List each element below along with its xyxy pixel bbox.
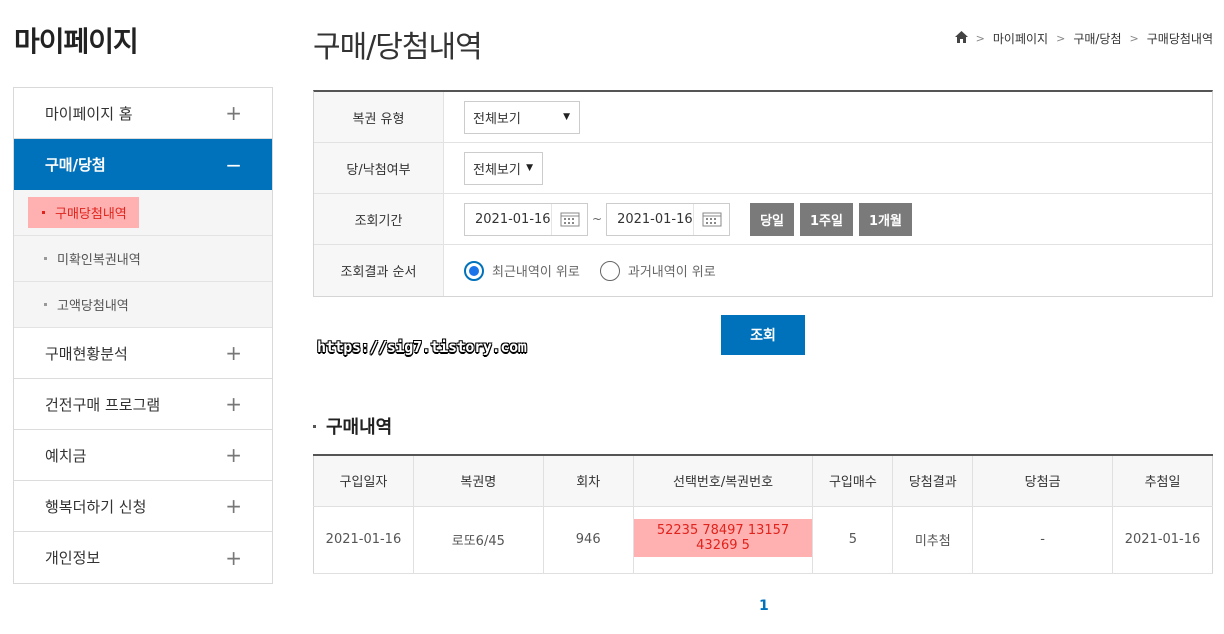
plus-icon: +	[225, 392, 242, 416]
plus-icon: +	[225, 494, 242, 518]
order-option-label: 과거내역이 위로	[627, 265, 716, 280]
home-icon[interactable]	[954, 31, 968, 46]
page-title: 구매/당첨내역	[313, 30, 483, 65]
breadcrumb: > 마이페이지 > 구매/당첨 > 구매당첨내역	[954, 30, 1213, 47]
breadcrumb-item[interactable]: 마이페이지	[993, 30, 1048, 47]
purchase-date-cell: 2021-01-16	[313, 505, 414, 574]
purchase-history-table: 구입일자 복권명 회차 선택번호/복권번호 구입매수 당첨결과 당첨금 추첨일 …	[313, 454, 1213, 574]
end-date-value: 2021-01-16	[617, 211, 693, 227]
lottery-type-label: 복권 유형	[314, 92, 444, 142]
one-week-button[interactable]: 1주일	[799, 202, 853, 236]
start-date-field[interactable]: 2021-01-16	[464, 202, 588, 236]
plus-icon: +	[225, 101, 242, 125]
sidebar-item-healthy-program[interactable]: 건전구매 프로그램 +	[14, 379, 272, 430]
calendar-icon[interactable]	[693, 203, 729, 235]
lottery-type-value: 전체보기	[473, 111, 521, 127]
selected-numbers-link[interactable]: 52235 78497 13157 43269 5	[633, 518, 813, 557]
column-header: 당첨금	[972, 455, 1114, 507]
breadcrumb-item[interactable]: 구매/당첨	[1073, 30, 1121, 47]
search-row-win-status: 당/낙첨여부 전체보기 ▼	[314, 143, 1212, 194]
selected-numbers-cell[interactable]: 52235 78497 13157 43269 5	[632, 505, 814, 574]
current-subitem-highlight: 구매당첨내역	[28, 197, 139, 228]
order-label: 조회결과 순서	[314, 245, 444, 296]
sidebar-subitem-purchase-history[interactable]: 구매당첨내역	[14, 190, 272, 236]
caret-down-icon: ▼	[563, 112, 570, 122]
table-header-row: 구입일자 복권명 회차 선택번호/복권번호 구입매수 당첨결과 당첨금 추첨일	[313, 455, 1213, 507]
bullet-icon	[42, 211, 45, 214]
sidebar-item-personal-info[interactable]: 개인정보 +	[14, 532, 272, 583]
sidebar-item-purchase-win[interactable]: 구매/당첨 −	[14, 139, 272, 190]
sidebar-item-label: 예치금	[45, 446, 87, 465]
sidebar-subitem-high-prize[interactable]: 고액당첨내역	[14, 282, 272, 328]
lottery-type-select[interactable]: 전체보기 ▼	[464, 100, 580, 134]
caret-down-icon: ▼	[526, 163, 533, 173]
sidebar-item-mypage-home[interactable]: 마이페이지 홈 +	[14, 88, 272, 139]
search-row-period: 조회기간 2021-01-16 ~ 2021-01-16 당일 1주일 1개월	[314, 194, 1212, 245]
sidebar-item-label: 구매현황분석	[45, 344, 128, 363]
column-header: 선택번호/복권번호	[632, 455, 814, 507]
end-date-field[interactable]: 2021-01-16	[606, 202, 731, 236]
sidebar-subitem-label: 구매당첨내역	[55, 207, 127, 222]
draw-date-cell: 2021-01-16	[1112, 505, 1213, 574]
breadcrumb-item[interactable]: 구매당첨내역	[1147, 30, 1213, 47]
sidebar-subitem-label: 고액당첨내역	[57, 299, 129, 314]
sidebar-item-label: 행복더하기 신청	[45, 497, 147, 516]
sidebar-item-label: 마이페이지 홈	[45, 104, 133, 123]
sidebar-menu: 마이페이지 홈 + 구매/당첨 − 구매당첨내역 미확인복권내역 고액당첨내역 …	[13, 87, 273, 584]
minus-icon: −	[225, 152, 242, 177]
plus-icon: +	[225, 443, 242, 467]
sidebar-title: 마이페이지	[14, 25, 139, 58]
chevron-right-icon: >	[1056, 32, 1066, 45]
order-option-label: 최근내역이 위로	[492, 265, 580, 280]
plus-icon: +	[225, 545, 242, 570]
one-month-button[interactable]: 1개월	[858, 202, 912, 236]
section-title: 구매내역	[313, 413, 392, 439]
start-date-value: 2021-01-16	[475, 211, 551, 227]
column-header: 구입일자	[313, 455, 414, 507]
lottery-name-cell: 로또6/45	[412, 505, 544, 574]
bullet-icon	[44, 257, 47, 260]
section-title-text: 구매내역	[326, 417, 393, 438]
column-header: 복권명	[412, 455, 544, 507]
result-cell: 미추첨	[892, 505, 974, 574]
calendar-icon[interactable]	[551, 203, 587, 235]
sidebar-item-label: 건전구매 프로그램	[45, 395, 161, 414]
column-header: 추첨일	[1112, 455, 1213, 507]
bullet-icon	[44, 303, 47, 306]
column-header: 당첨결과	[892, 455, 974, 507]
sidebar-item-deposit[interactable]: 예치금 +	[14, 430, 272, 481]
period-label: 조회기간	[314, 194, 444, 244]
search-row-order: 조회결과 순서 최근내역이 위로 과거내역이 위로	[314, 245, 1212, 296]
win-status-select[interactable]: 전체보기 ▼	[464, 151, 543, 185]
watermark-text: https://sig7.tistory.com	[317, 338, 527, 356]
round-cell: 946	[542, 505, 634, 574]
radio-unchecked-icon	[599, 260, 620, 281]
order-past-radio[interactable]: 과거내역이 위로	[599, 260, 716, 281]
search-form: 복권 유형 전체보기 ▼ 당/낙첨여부 전체보기 ▼ 조회기간 2021-01-…	[313, 90, 1213, 297]
today-button[interactable]: 당일	[750, 202, 794, 236]
prize-cell: -	[972, 505, 1114, 574]
sidebar-item-happiness-apply[interactable]: 행복더하기 신청 +	[14, 481, 272, 532]
bullet-icon	[313, 424, 316, 428]
sidebar-subitem-unconfirmed[interactable]: 미확인복권내역	[14, 236, 272, 282]
chevron-right-icon: >	[975, 32, 985, 45]
column-header: 구입매수	[812, 455, 894, 507]
quantity-cell: 5	[812, 505, 894, 574]
column-header: 회차	[542, 455, 634, 507]
chevron-right-icon: >	[1129, 32, 1139, 45]
date-range-separator: ~	[592, 212, 603, 226]
sidebar-subitem-label: 미확인복권내역	[57, 253, 141, 268]
sidebar-item-purchase-analysis[interactable]: 구매현황분석 +	[14, 328, 272, 379]
search-button[interactable]: 조회	[721, 315, 805, 355]
sidebar-item-label: 개인정보	[45, 549, 101, 567]
plus-icon: +	[225, 341, 242, 365]
order-recent-radio[interactable]: 최근내역이 위로	[464, 260, 580, 281]
table-row: 2021-01-16 로또6/45 946 52235 78497 13157 …	[313, 505, 1213, 574]
sidebar-item-label: 구매/당첨	[45, 156, 106, 174]
win-status-value: 전체보기	[473, 162, 521, 178]
radio-checked-icon	[464, 260, 484, 281]
pagination-current-page[interactable]: 1	[759, 598, 769, 614]
search-row-lottery-type: 복권 유형 전체보기 ▼	[314, 92, 1212, 143]
win-status-label: 당/낙첨여부	[314, 143, 444, 193]
